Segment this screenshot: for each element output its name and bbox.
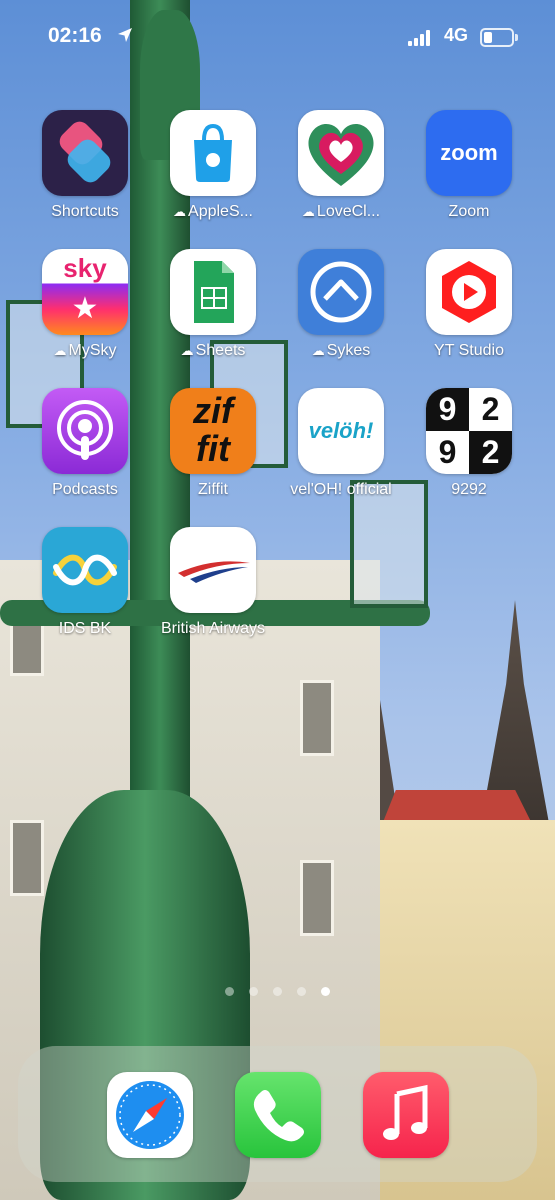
sykes-house-icon	[298, 249, 384, 335]
zoom-wordmark: zoom	[440, 140, 498, 165]
digit: 2	[481, 391, 500, 427]
network-type: 4G	[444, 25, 469, 45]
app-label: AppleS...	[188, 203, 253, 220]
page-dot-active[interactable]	[321, 987, 330, 996]
british-airways-icon	[170, 527, 256, 613]
app-british-airways[interactable]: British Airways	[149, 527, 277, 655]
cloud-download-icon: ☁	[311, 343, 325, 358]
digit: 9	[426, 388, 469, 431]
phone-icon	[235, 1072, 321, 1158]
app-sheets[interactable]: ☁ Sheets	[149, 249, 277, 377]
app-label: Podcasts	[52, 481, 118, 498]
ziffit-wordmark-bottom: fit	[196, 428, 230, 469]
veloh-icon: velöh!	[298, 388, 384, 474]
ids-bk-icon	[42, 527, 128, 613]
app-label: British Airways	[160, 620, 266, 637]
heart-icon	[298, 110, 384, 196]
app-label: IDS BK	[58, 620, 112, 637]
cellular-signal-icon	[408, 30, 432, 46]
home-screen: 02:16 4G Shortcuts ☁ AppleS... ☁ LoveCl.…	[0, 0, 555, 1200]
app-label: vel'OH! official	[290, 481, 392, 498]
app-label: Shortcuts	[51, 203, 119, 220]
cloud-download-icon: ☁	[173, 204, 187, 219]
app-label: MySky	[68, 342, 117, 359]
dock-music[interactable]	[342, 1046, 470, 1174]
app-shortcuts[interactable]: Shortcuts	[21, 110, 149, 238]
page-dot[interactable]	[297, 987, 306, 996]
page-dot[interactable]	[249, 987, 258, 996]
status-bar: 02:16 4G	[0, 24, 555, 54]
app-veloh[interactable]: velöh! vel'OH! official	[277, 388, 405, 516]
cloud-download-icon: ☁	[301, 204, 315, 219]
app-label: Ziffit	[198, 481, 228, 498]
dock	[18, 1046, 537, 1182]
shortcuts-icon	[42, 110, 128, 196]
app-label: LoveCl...	[316, 203, 381, 220]
page-dot[interactable]	[225, 987, 234, 996]
app-9292[interactable]: 9 2 9 2 9292	[405, 388, 533, 516]
podcasts-icon	[42, 388, 128, 474]
digit: 9	[438, 434, 457, 470]
dock-phone[interactable]	[214, 1046, 342, 1174]
app-podcasts[interactable]: Podcasts	[21, 388, 149, 516]
status-time: 02:16	[48, 24, 102, 47]
cloud-download-icon: ☁	[180, 343, 194, 358]
app-label: 9292	[451, 481, 487, 498]
dock-safari[interactable]	[86, 1046, 214, 1174]
app-sykes[interactable]: ☁ Sykes	[277, 249, 405, 377]
app-apple-store[interactable]: ☁ AppleS...	[149, 110, 277, 238]
app-label: YT Studio	[434, 342, 504, 359]
app-label: Sheets	[195, 342, 246, 359]
cloud-download-icon: ☁	[53, 343, 67, 358]
location-arrow-icon	[116, 26, 134, 49]
app-mysky[interactable]: sky ★ ☁ MySky	[21, 249, 149, 377]
app-zoom[interactable]: zoom Zoom	[405, 110, 533, 238]
ziffit-icon: zif fit	[170, 388, 256, 474]
yt-studio-icon	[426, 249, 512, 335]
9292-icon: 9 2 9 2	[426, 388, 512, 474]
app-label: Zoom	[448, 203, 490, 220]
app-lovecl[interactable]: ☁ LoveCl...	[277, 110, 405, 238]
page-indicator[interactable]	[225, 987, 345, 1001]
sky-icon: sky ★	[42, 249, 128, 335]
app-ziffit[interactable]: zif fit Ziffit	[149, 388, 277, 516]
app-yt-studio[interactable]: YT Studio	[405, 249, 533, 377]
star-icon: ★	[71, 292, 99, 325]
veloh-wordmark: velöh!	[308, 418, 374, 443]
ziffit-wordmark-top: zif	[193, 390, 233, 431]
digit: 2	[469, 431, 512, 474]
app-label: Sykes	[326, 342, 371, 359]
page-dot[interactable]	[273, 987, 282, 996]
safari-compass-icon	[107, 1072, 193, 1158]
sheets-icon	[170, 249, 256, 335]
sky-wordmark: sky	[63, 253, 107, 283]
app-ids-bk[interactable]: IDS BK	[21, 527, 149, 655]
apple-store-icon	[170, 110, 256, 196]
zoom-icon: zoom	[426, 110, 512, 196]
battery-low-icon	[480, 28, 518, 47]
music-icon	[363, 1072, 449, 1158]
